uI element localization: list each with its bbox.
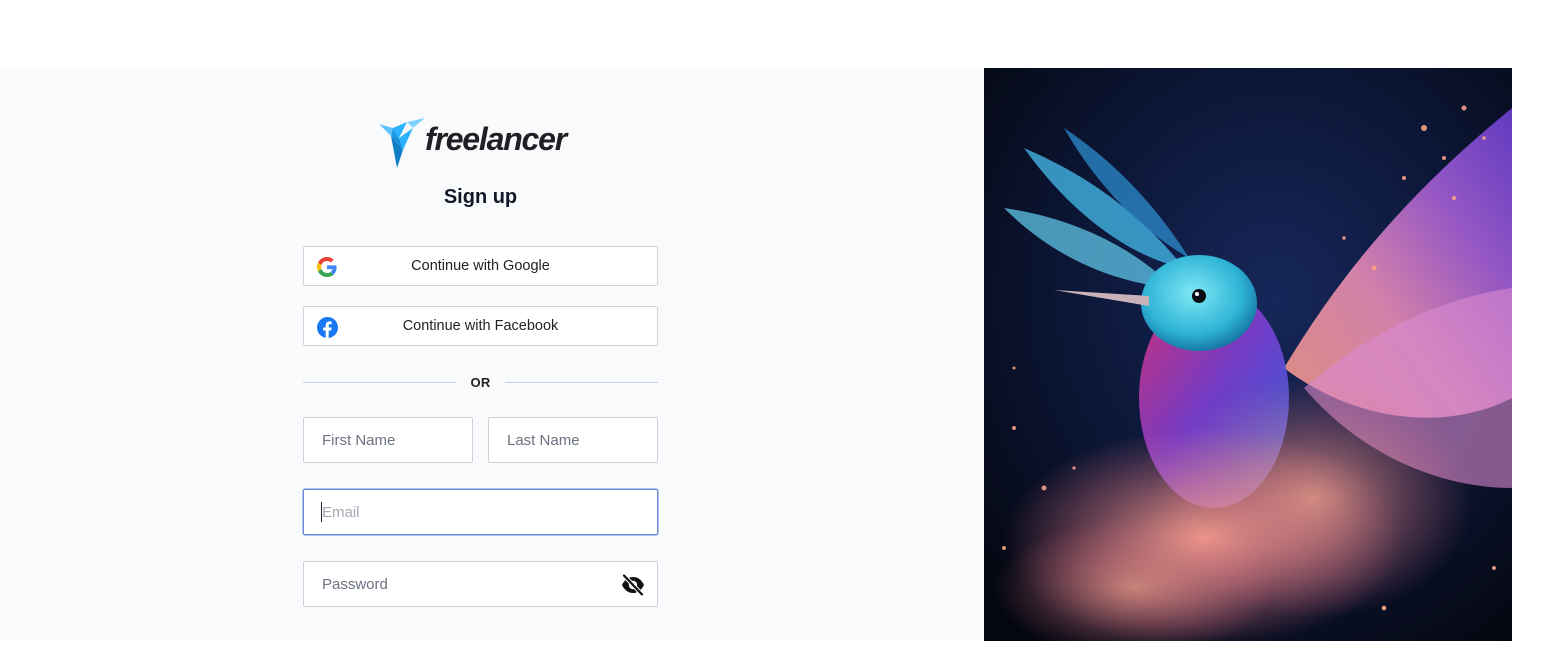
page-title: Sign up — [443, 186, 518, 208]
facebook-button-label: Continue with Facebook — [402, 318, 559, 334]
google-g-icon — [316, 256, 338, 278]
freelancer-logo[interactable]: freelancer — [379, 118, 581, 170]
eye-slash-icon[interactable] — [621, 574, 645, 596]
hero-image — [984, 68, 1512, 641]
hummingbird-illustration — [984, 68, 1512, 641]
password-field-wrapper — [303, 561, 658, 607]
password-input[interactable] — [304, 562, 657, 606]
continue-with-facebook-button[interactable]: Continue with Facebook — [303, 306, 658, 346]
divider-line-right — [504, 381, 659, 383]
page: freelancer Sign up Continue with Google … — [0, 0, 1548, 662]
email-field-wrapper — [303, 489, 658, 535]
last-name-input[interactable] — [489, 418, 657, 462]
first-name-field-wrapper — [303, 417, 473, 463]
google-button-label: Continue with Google — [411, 258, 550, 274]
continue-with-google-button[interactable]: Continue with Google — [303, 246, 658, 286]
email-input[interactable] — [304, 490, 657, 534]
freelancer-bird-icon — [379, 118, 425, 168]
text-cursor — [321, 502, 322, 522]
divider-text: OR — [470, 374, 491, 390]
last-name-field-wrapper — [488, 417, 658, 463]
facebook-icon — [316, 316, 338, 338]
logo-wordmark: freelancer — [425, 121, 567, 157]
first-name-input[interactable] — [304, 418, 472, 462]
or-divider: OR — [303, 372, 659, 392]
divider-line-left — [303, 381, 457, 383]
